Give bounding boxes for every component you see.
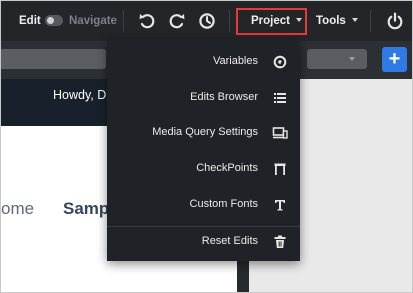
menu-item-label: Variables — [212, 55, 258, 67]
history-icon[interactable] — [197, 11, 217, 31]
app-window: + Howdy, D ome Samp Edit Navigate Projec… — [0, 0, 413, 293]
edit-mode-label[interactable]: Edit — [19, 14, 41, 28]
nav-item-sample[interactable]: Samp — [63, 199, 109, 219]
menu-item-variables[interactable]: Variables — [107, 50, 300, 74]
menu-item-label: Media Query Settings — [152, 126, 258, 138]
toolbar-divider — [229, 10, 230, 32]
list-icon — [274, 93, 286, 103]
devices-icon — [272, 127, 288, 139]
menu-item-custom-fonts[interactable]: Custom Fonts — [107, 193, 300, 217]
menu-item-media-query-settings[interactable]: Media Query Settings — [107, 121, 300, 145]
undo-icon[interactable] — [137, 11, 157, 31]
project-label: Project — [251, 15, 290, 27]
toggle-knob — [47, 17, 54, 24]
dropdown-field[interactable] — [307, 49, 367, 69]
selector-field[interactable] — [1, 49, 106, 69]
at-sign-icon — [273, 55, 287, 69]
toolbar-divider — [370, 10, 371, 32]
nav-item-home[interactable]: ome — [1, 199, 34, 219]
power-icon[interactable] — [385, 11, 405, 31]
menu-divider — [107, 226, 300, 227]
chevron-down-icon — [351, 17, 358, 22]
menu-item-label: CheckPoints — [196, 162, 258, 174]
menu-item-label: Edits Browser — [190, 91, 258, 103]
navigate-mode-label[interactable]: Navigate — [69, 14, 117, 28]
toolbar-divider — [123, 10, 124, 32]
menu-item-reset-edits[interactable]: Reset Edits — [107, 230, 300, 254]
project-dropdown-menu: Variables Edits Browser Media Query Sett… — [107, 39, 300, 261]
menu-item-edits-browser[interactable]: Edits Browser — [107, 86, 300, 110]
add-button[interactable]: + — [382, 47, 407, 72]
trash-icon — [274, 235, 286, 248]
mode-toggle[interactable] — [45, 15, 63, 26]
menu-item-checkpoints[interactable]: CheckPoints — [107, 157, 300, 181]
project-menu-button[interactable]: Project — [251, 14, 302, 28]
font-icon — [275, 200, 285, 211]
tools-menu-button[interactable]: Tools — [316, 14, 358, 28]
menu-item-label: Custom Fonts — [189, 198, 258, 210]
top-toolbar: Edit Navigate Project Tools — [1, 1, 412, 41]
chevron-down-icon — [296, 17, 302, 22]
greeting-text: Howdy, D — [53, 88, 107, 102]
checkpoint-icon — [274, 163, 286, 175]
menu-item-label: Reset Edits — [201, 235, 258, 247]
tools-label: Tools — [316, 15, 346, 27]
redo-icon[interactable] — [167, 11, 187, 31]
chevron-down-icon — [349, 57, 355, 61]
